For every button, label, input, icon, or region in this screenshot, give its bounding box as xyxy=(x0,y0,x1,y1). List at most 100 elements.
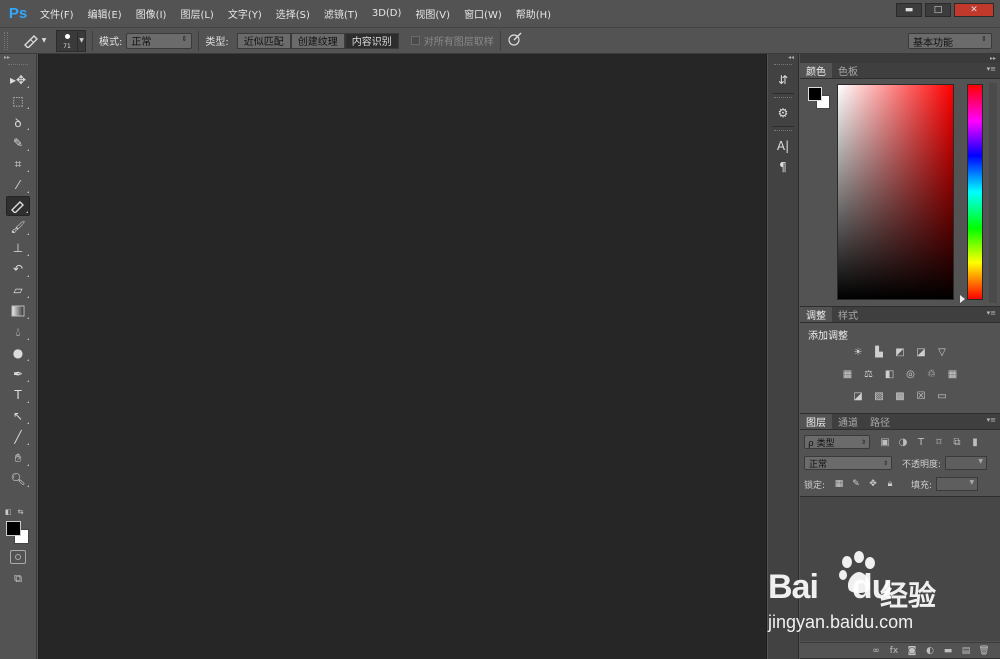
gradient-tool-icon[interactable] xyxy=(6,301,30,321)
menu-image[interactable]: 图像(I) xyxy=(136,6,167,21)
dodge-tool-icon[interactable]: ● xyxy=(6,343,30,363)
tab-channels[interactable]: 通道 xyxy=(832,414,864,429)
brightness-icon[interactable]: ☀ xyxy=(851,345,866,359)
workspace-select[interactable]: 基本功能 ⇕ xyxy=(908,33,992,49)
foreground-color-swatch[interactable] xyxy=(6,521,21,536)
foreground-color-swatch[interactable] xyxy=(808,87,822,101)
sample-all-layers-checkbox[interactable] xyxy=(410,36,420,45)
menu-type[interactable]: 文字(Y) xyxy=(228,6,262,21)
menu-3d[interactable]: 3D(D) xyxy=(372,8,402,19)
layer-filter-select[interactable]: ρ 类型 ⇕ xyxy=(804,435,870,449)
filter-smart-object-icon[interactable]: ⧉ xyxy=(948,435,966,449)
levels-icon[interactable]: ▙ xyxy=(872,345,887,359)
crop-tool-icon[interactable]: ⌗ xyxy=(6,154,30,174)
blur-tool-icon[interactable]: 💧︎ xyxy=(6,322,30,342)
default-colors-icon[interactable]: ◧ xyxy=(5,508,12,516)
opacity-input[interactable]: ▼ xyxy=(945,456,988,470)
hue-slider[interactable] xyxy=(967,84,983,300)
tab-swatches[interactable]: 色板 xyxy=(832,63,864,78)
collapse-icon[interactable]: ▸▸ xyxy=(0,54,36,62)
collapse-panels-icon[interactable]: ▸▸ xyxy=(800,54,1000,63)
new-group-icon[interactable]: ▬ xyxy=(942,645,954,657)
posterize-icon[interactable]: ▨ xyxy=(872,389,887,403)
eyedropper-tool-icon[interactable]: ⁄ xyxy=(6,175,30,195)
minimize-button[interactable]: ▬ xyxy=(896,3,922,17)
color-field[interactable] xyxy=(837,84,954,300)
zoom-tool-icon[interactable]: 🔍︎ xyxy=(6,469,30,489)
dock-grip[interactable] xyxy=(774,64,792,68)
menu-window[interactable]: 窗口(W) xyxy=(464,6,502,21)
color-balance-icon[interactable]: ⚖ xyxy=(861,367,876,381)
type-content-aware[interactable]: 内容识别 xyxy=(344,32,399,49)
selective-color-icon[interactable]: ☒ xyxy=(914,389,929,403)
mode-select[interactable]: 正常 ⇕ xyxy=(126,32,193,49)
screen-mode-icon[interactable]: ⧉ xyxy=(9,572,27,586)
options-bar-grip[interactable] xyxy=(4,31,8,50)
history-brush-tool-icon[interactable]: ↶ xyxy=(6,259,30,279)
menu-edit[interactable]: 编辑(E) xyxy=(88,6,122,21)
history-panel-icon[interactable]: ⇵ xyxy=(772,70,794,90)
path-select-tool-icon[interactable]: ↖ xyxy=(6,406,30,426)
layers-list[interactable] xyxy=(800,496,1000,641)
dock-grip[interactable] xyxy=(774,130,792,134)
panel-menu-icon[interactable]: ▾≡ xyxy=(987,65,996,73)
pressure-brush-icon[interactable] xyxy=(507,31,523,50)
tab-paths[interactable]: 路径 xyxy=(864,414,896,429)
black-white-icon[interactable]: ◧ xyxy=(882,367,897,381)
properties-panel-icon[interactable]: ⚙ xyxy=(772,103,794,123)
tab-color[interactable]: 颜色 xyxy=(800,63,832,78)
tools-grip[interactable] xyxy=(8,64,28,68)
brush-picker-arrow[interactable]: ▼ xyxy=(78,29,86,52)
lasso-tool-icon[interactable]: ꝺ xyxy=(6,112,30,132)
vibrance-icon[interactable]: ▽ xyxy=(935,345,950,359)
lock-all-icon[interactable]: 🔒︎ xyxy=(883,477,897,491)
type-create-texture[interactable]: 创建纹理 xyxy=(290,32,345,49)
delete-layer-icon[interactable]: 🗑︎ xyxy=(978,645,990,657)
maximize-button[interactable]: □ xyxy=(925,3,951,17)
channel-mixer-icon[interactable]: ♲ xyxy=(924,367,939,381)
fill-input[interactable]: ▼ xyxy=(936,477,979,491)
menu-help[interactable]: 帮助(H) xyxy=(516,6,551,21)
threshold-icon[interactable]: ▩ xyxy=(893,389,908,403)
lock-pixels-icon[interactable]: ✎ xyxy=(849,477,863,491)
hue-marker[interactable] xyxy=(960,295,965,303)
lock-transparency-icon[interactable]: ▦ xyxy=(832,477,846,491)
hue-saturation-icon[interactable]: ▦ xyxy=(840,367,855,381)
lock-position-icon[interactable]: ✥ xyxy=(866,477,880,491)
swap-colors-icon[interactable]: ⇆ xyxy=(18,508,24,516)
invert-icon[interactable]: ◪ xyxy=(851,389,866,403)
gradient-map-icon[interactable]: ▭ xyxy=(935,389,950,403)
menu-filter[interactable]: 滤镜(T) xyxy=(324,6,358,21)
quick-select-tool-icon[interactable]: ✎ xyxy=(6,133,30,153)
clone-stamp-tool-icon[interactable]: ⊥ xyxy=(6,238,30,258)
filter-shape-icon[interactable]: ⌑ xyxy=(930,435,948,449)
dock-grip[interactable] xyxy=(774,97,792,101)
menu-layer[interactable]: 图层(L) xyxy=(180,6,213,21)
eraser-tool-icon[interactable]: ▱ xyxy=(6,280,30,300)
paragraph-panel-icon[interactable]: ¶ xyxy=(772,157,794,177)
color-lookup-icon[interactable]: ▦ xyxy=(945,367,960,381)
filter-adjustment-icon[interactable]: ◑ xyxy=(894,435,912,449)
new-adjustment-icon[interactable]: ◐ xyxy=(924,645,936,657)
panel-menu-icon[interactable]: ▾≡ xyxy=(987,309,996,317)
spot-healing-tool-icon[interactable] xyxy=(6,196,30,216)
character-panel-icon[interactable]: A| xyxy=(772,136,794,156)
new-layer-icon[interactable]: ▤ xyxy=(960,645,972,657)
menu-file[interactable]: 文件(F) xyxy=(40,6,74,21)
add-mask-icon[interactable]: ◙ xyxy=(906,645,918,657)
tool-preset-picker[interactable]: ▼ xyxy=(18,31,50,51)
move-tool-icon[interactable]: ▸✥ xyxy=(6,70,30,90)
hand-tool-icon[interactable]: ✋︎ xyxy=(6,448,30,468)
quick-mask-icon[interactable] xyxy=(10,550,26,564)
pen-tool-icon[interactable]: ✒ xyxy=(6,364,30,384)
tab-styles[interactable]: 样式 xyxy=(832,307,864,322)
filter-type-icon[interactable]: T xyxy=(912,435,930,449)
close-button[interactable]: ✕ xyxy=(954,3,994,17)
menu-view[interactable]: 视图(V) xyxy=(415,6,450,21)
document-canvas-area[interactable] xyxy=(38,54,767,659)
type-proximity-match[interactable]: 近似匹配 xyxy=(236,32,291,49)
photo-filter-icon[interactable]: ◎ xyxy=(903,367,918,381)
line-tool-icon[interactable]: ╱ xyxy=(6,427,30,447)
layer-style-icon[interactable]: fx xyxy=(888,645,900,657)
brush-tool-icon[interactable]: 🖌︎ xyxy=(6,217,30,237)
